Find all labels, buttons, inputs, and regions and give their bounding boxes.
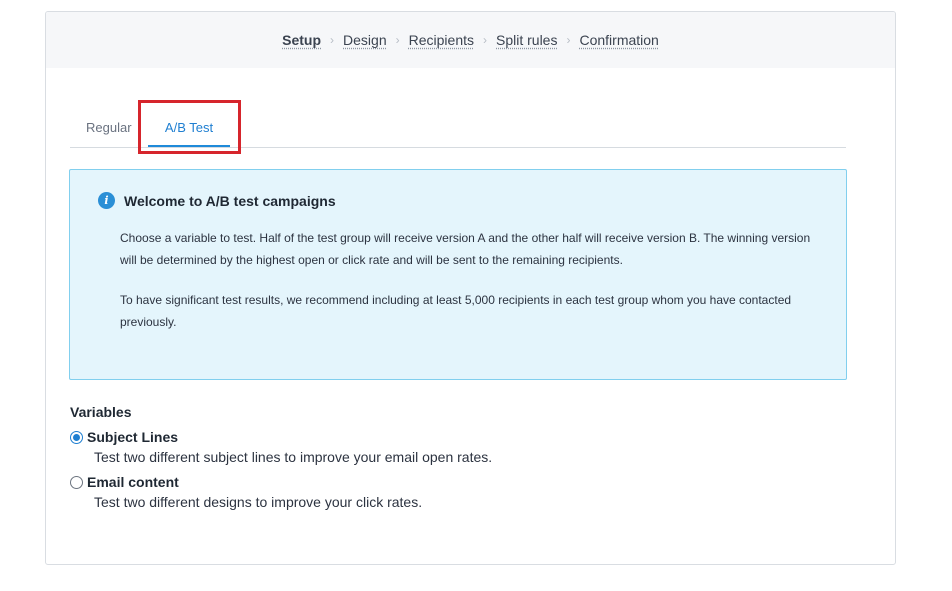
info-icon: i: [98, 192, 115, 209]
wizard-steps: Setup › Design › Recipients › Split rule…: [46, 12, 895, 68]
variable-option-email-content: Email content Test two different designs…: [70, 474, 492, 510]
step-recipients[interactable]: Recipients: [409, 32, 474, 48]
info-panel-header: i Welcome to A/B test campaigns: [98, 192, 336, 209]
option-description: Test two different designs to improve yo…: [94, 494, 423, 510]
step-confirmation[interactable]: Confirmation: [579, 32, 658, 48]
chevron-right-icon: ›: [395, 33, 400, 47]
chevron-right-icon: ›: [330, 33, 335, 47]
option-label: Subject Lines: [87, 429, 179, 445]
tab-regular[interactable]: Regular: [86, 120, 132, 135]
info-panel-body: Choose a variable to test. Half of the t…: [120, 227, 825, 351]
subject-lines-radio-label[interactable]: Subject Lines: [70, 429, 492, 445]
variables-title: Variables: [70, 404, 132, 420]
info-paragraph: Choose a variable to test. Half of the t…: [120, 231, 811, 267]
email-content-radio[interactable]: [70, 475, 83, 489]
subject-lines-radio[interactable]: [70, 430, 83, 444]
option-label: Email content: [87, 474, 179, 490]
step-setup[interactable]: Setup: [282, 32, 321, 48]
variables-section: Variables Subject Lines Test two differe…: [70, 404, 492, 519]
option-description: Test two different subject lines to impr…: [94, 449, 493, 465]
chevron-right-icon: ›: [566, 33, 571, 47]
info-panel-title: Welcome to A/B test campaigns: [124, 192, 336, 209]
step-split-rules[interactable]: Split rules: [496, 32, 557, 48]
campaign-type-tabs: Regular A/B Test: [70, 112, 846, 148]
tab-ab-test[interactable]: A/B Test: [148, 120, 230, 147]
variable-option-subject-lines: Subject Lines Test two different subject…: [70, 429, 492, 465]
info-panel: i Welcome to A/B test campaigns Choose a…: [69, 169, 847, 380]
campaign-setup-card: Setup › Design › Recipients › Split rule…: [45, 11, 896, 565]
step-design[interactable]: Design: [343, 32, 387, 48]
email-content-radio-label[interactable]: Email content: [70, 474, 492, 490]
info-paragraph: To have significant test results, we rec…: [120, 293, 792, 329]
chevron-right-icon: ›: [483, 33, 487, 47]
